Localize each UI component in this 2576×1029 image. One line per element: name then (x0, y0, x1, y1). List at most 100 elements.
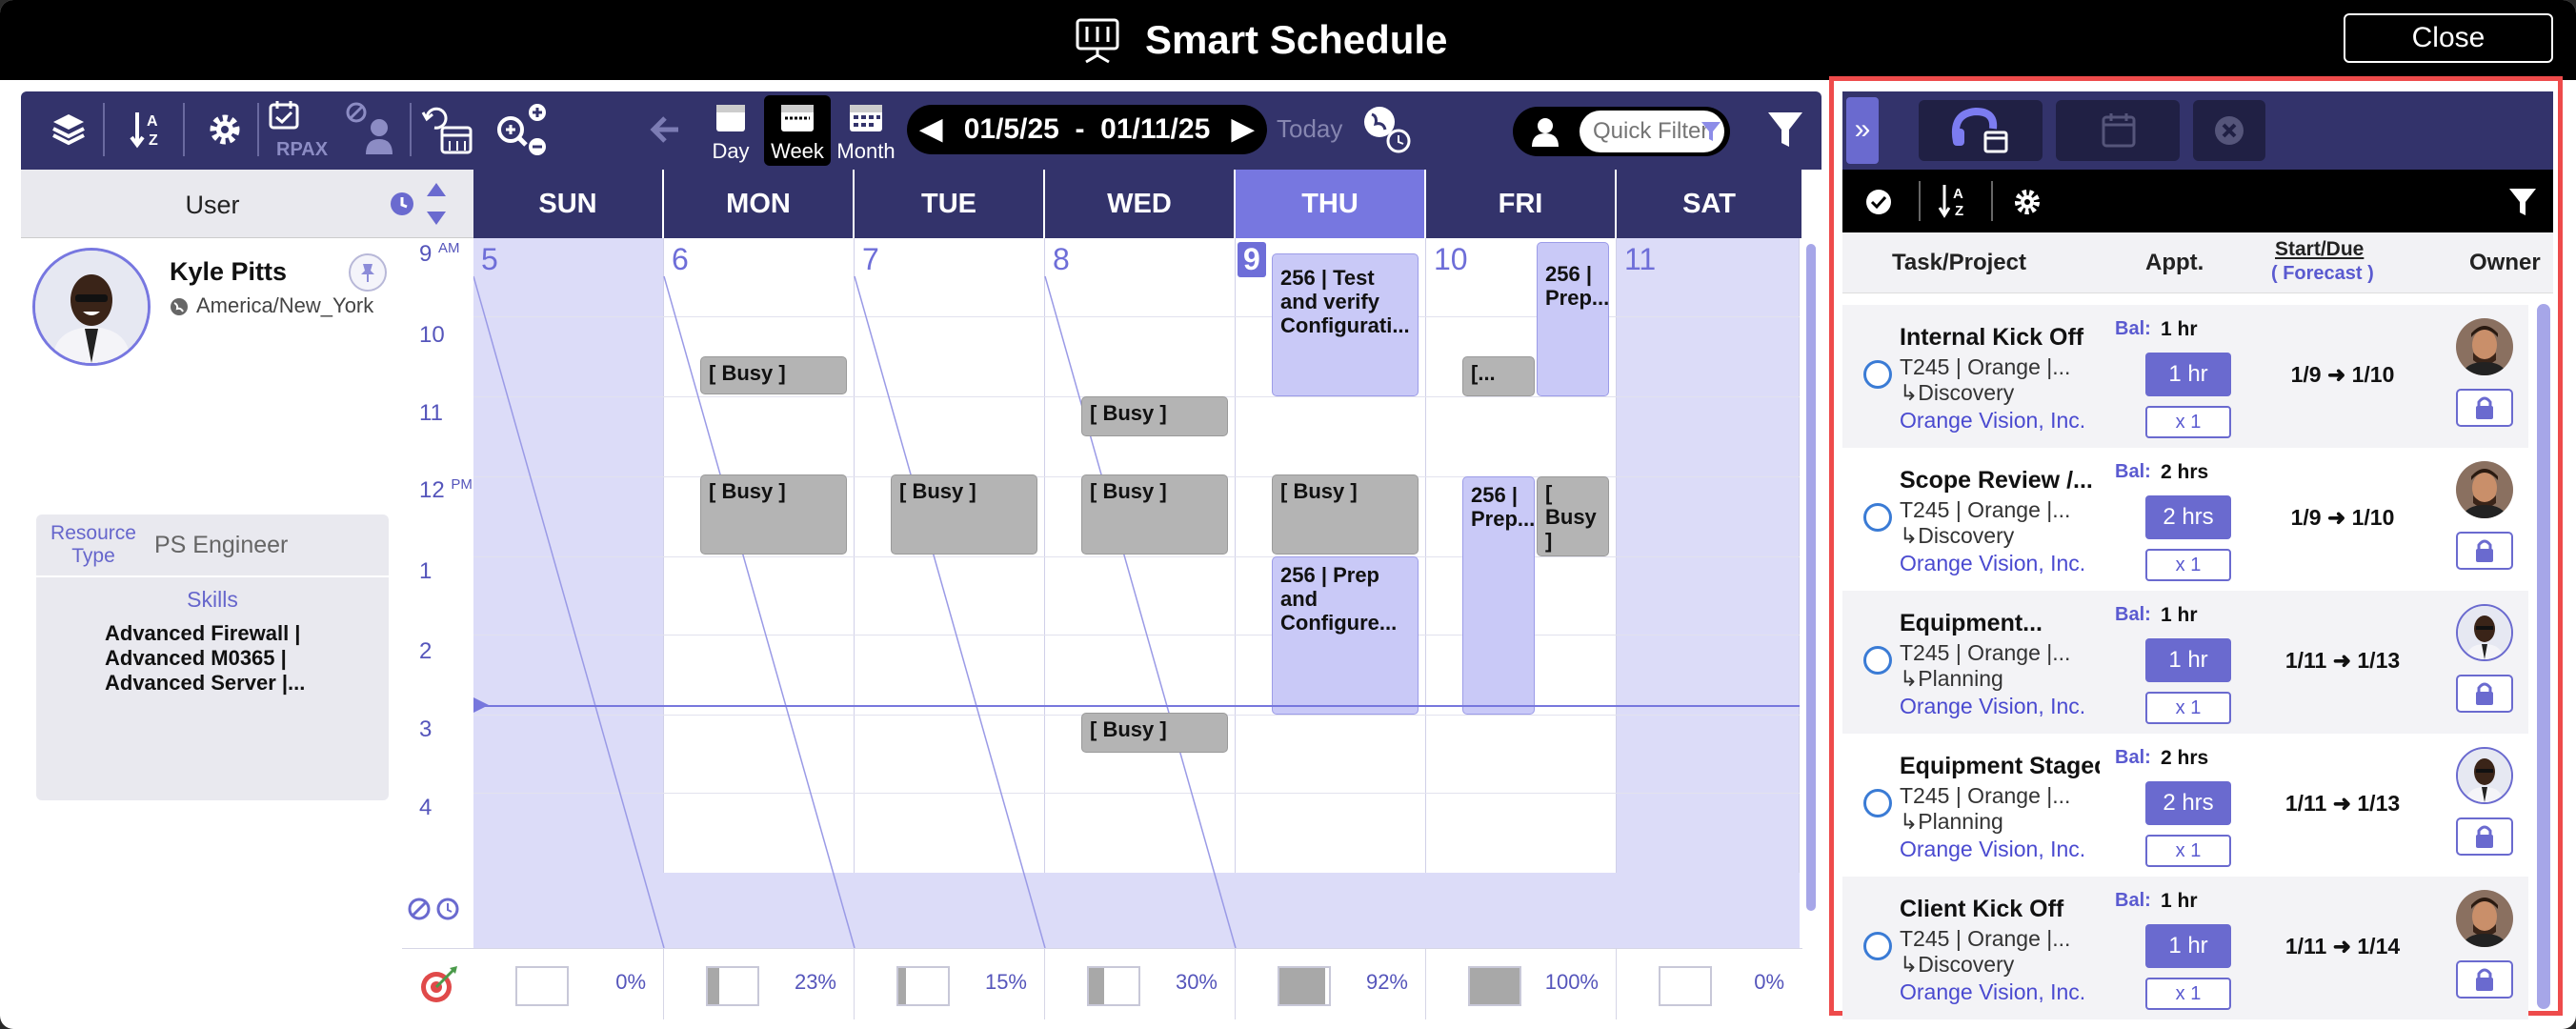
day-header-sat[interactable]: SAT (1617, 170, 1801, 238)
day-header-wed[interactable]: WED (1045, 170, 1236, 238)
clock-icon[interactable] (389, 191, 415, 222)
appointment-hours-button[interactable]: 1 hr (2145, 638, 2231, 682)
column-start-due[interactable]: Start/Due (2275, 238, 2364, 261)
owner-avatar[interactable] (2456, 747, 2513, 804)
utilization-bar (515, 966, 569, 1006)
busy-block[interactable]: [ Busy ] (1272, 474, 1419, 555)
task-row[interactable]: Equipment... T245 | Orange |... ↳Plannin… (1842, 591, 2528, 734)
calendar-grid[interactable]: 5 6 7 8 9 10 11 [ Busy ] [ Busy ] [ Busy… (473, 238, 1800, 948)
task-row[interactable]: Internal Kick Off T245 | Orange |... ↳Di… (1842, 305, 2528, 448)
appointment-count-button[interactable]: x 1 (2145, 692, 2231, 724)
day-number: 8 (1053, 242, 1070, 276)
appointment-hours-button[interactable]: 2 hrs (2145, 495, 2231, 539)
busy-block[interactable]: [ Busy ] (1081, 713, 1228, 753)
collapse-panel-button[interactable]: » (1846, 97, 1879, 164)
task-client-link[interactable]: Orange Vision, Inc. (1900, 979, 2085, 1005)
task-row[interactable]: Client Kick Off T245 | Orange |... ↳Disc… (1842, 877, 2528, 1019)
lock-button[interactable] (2456, 389, 2513, 427)
close-button[interactable]: Close (2344, 13, 2553, 63)
tab-close[interactable] (2193, 100, 2265, 161)
task-select-radio[interactable] (1863, 503, 1892, 532)
timezone-clock-icon[interactable] (1358, 99, 1416, 156)
calendar-scrollbar[interactable] (1806, 244, 1816, 911)
sort-az-icon[interactable]: AZ (130, 109, 168, 151)
view-day-button[interactable]: Day (697, 95, 764, 166)
appointment-hours-button[interactable]: 1 hr (2145, 353, 2231, 396)
owner-avatar[interactable] (2456, 604, 2513, 661)
tab-assign-schedule[interactable] (1919, 100, 2043, 161)
appointment-count-button[interactable]: x 1 (2145, 978, 2231, 1010)
owner-avatar[interactable] (2456, 318, 2513, 375)
gear-icon[interactable] (2012, 187, 2043, 222)
next-week-icon[interactable]: ▶ (1232, 105, 1254, 154)
lock-button[interactable] (2456, 532, 2513, 570)
check-circle-icon[interactable] (1865, 189, 1892, 220)
view-month-button[interactable]: Month (833, 95, 899, 166)
sort-az-icon[interactable]: AZ (1938, 181, 1972, 226)
busy-block[interactable]: [ Busy ] (1537, 476, 1609, 556)
user-column-header: User (21, 170, 473, 238)
prev-week-icon[interactable]: ◀ (920, 105, 942, 154)
task-client-link[interactable]: Orange Vision, Inc. (1900, 408, 2085, 434)
day-header-sun[interactable]: SUN (473, 170, 664, 238)
busy-block[interactable]: [ Busy ] (1081, 396, 1228, 436)
gear-icon[interactable] (204, 109, 246, 151)
panel-scrollbar[interactable] (2537, 304, 2550, 1009)
user-icon[interactable] (1532, 116, 1559, 151)
task-select-radio[interactable] (1863, 646, 1892, 675)
day-header-tue[interactable]: TUE (855, 170, 1045, 238)
day-header-mon[interactable]: MON (664, 170, 855, 238)
column-appt[interactable]: Appt. (2145, 250, 2204, 276)
appointment-count-button[interactable]: x 1 (2145, 549, 2231, 581)
zoom-icon[interactable] (493, 101, 551, 160)
busy-block[interactable]: [ Busy ] (1081, 474, 1228, 555)
toolbar-divider (103, 103, 105, 156)
task-client-link[interactable]: Orange Vision, Inc. (1900, 837, 2085, 862)
pin-icon[interactable] (349, 253, 387, 292)
busy-block[interactable]: [ Busy ] (700, 474, 847, 555)
back-arrow-icon[interactable] (650, 114, 682, 145)
appointment-block[interactable]: 256 | Test and verify Configurati... (1272, 253, 1419, 396)
appointment-hours-button[interactable]: 1 hr (2145, 924, 2231, 968)
task-select-radio[interactable] (1863, 360, 1892, 389)
lock-button[interactable] (2456, 960, 2513, 999)
task-select-radio[interactable] (1863, 789, 1892, 817)
lock-button[interactable] (2456, 817, 2513, 856)
day-header-thu[interactable]: THU (1236, 170, 1426, 238)
avatar[interactable] (32, 248, 151, 366)
tab-calendar[interactable] (2056, 100, 2180, 161)
scroll-up-down-icon[interactable] (425, 179, 448, 233)
busy-block[interactable]: [ Busy ] (700, 356, 847, 394)
busy-block[interactable]: [... (1462, 356, 1535, 396)
task-client-link[interactable]: Orange Vision, Inc. (1900, 694, 2085, 719)
task-name: Scope Review /... (1900, 467, 2093, 494)
layers-icon[interactable] (50, 111, 88, 149)
unavailable-user-icon[interactable] (345, 101, 398, 158)
owner-avatar[interactable] (2456, 890, 2513, 947)
task-client-link[interactable]: Orange Vision, Inc. (1900, 551, 2085, 576)
task-row[interactable]: Equipment Staged... T245 | Orange |... ↳… (1842, 734, 2528, 877)
view-week-button[interactable]: Week (764, 95, 831, 166)
task-select-radio[interactable] (1863, 932, 1892, 960)
rpax-calendar-icon[interactable]: RPAX (267, 99, 328, 162)
lock-button[interactable] (2456, 675, 2513, 713)
appointment-hours-button[interactable]: 2 hrs (2145, 781, 2231, 825)
column-owner[interactable]: Owner (2469, 250, 2541, 276)
filter-icon[interactable] (1766, 111, 1804, 149)
filter-icon[interactable] (2507, 187, 2538, 222)
appointment-count-button[interactable]: x 1 (2145, 835, 2231, 867)
column-task-project[interactable]: Task/Project (1892, 250, 2026, 276)
date-range-label[interactable]: 01/5/25 - 01/11/25 (964, 113, 1211, 145)
unavailable-clock-icon[interactable] (406, 896, 467, 927)
busy-block[interactable]: [ Busy ] (891, 474, 1037, 555)
refresh-calendar-icon[interactable] (421, 103, 474, 156)
appointment-count-button[interactable]: x 1 (2145, 406, 2231, 438)
appointment-block[interactable]: 256 | Prep and Configure... (1272, 556, 1419, 715)
appointment-block[interactable]: 256 | Prep... (1462, 476, 1535, 715)
appointment-block[interactable]: 256 | Prep... (1537, 242, 1609, 396)
day-header-fri[interactable]: FRI (1426, 170, 1617, 238)
column-forecast[interactable]: ( Forecast ) (2271, 263, 2374, 285)
owner-avatar[interactable] (2456, 461, 2513, 518)
task-row[interactable]: Scope Review /... T245 | Orange |... ↳Di… (1842, 448, 2528, 591)
today-button[interactable]: Today (1277, 114, 1342, 144)
